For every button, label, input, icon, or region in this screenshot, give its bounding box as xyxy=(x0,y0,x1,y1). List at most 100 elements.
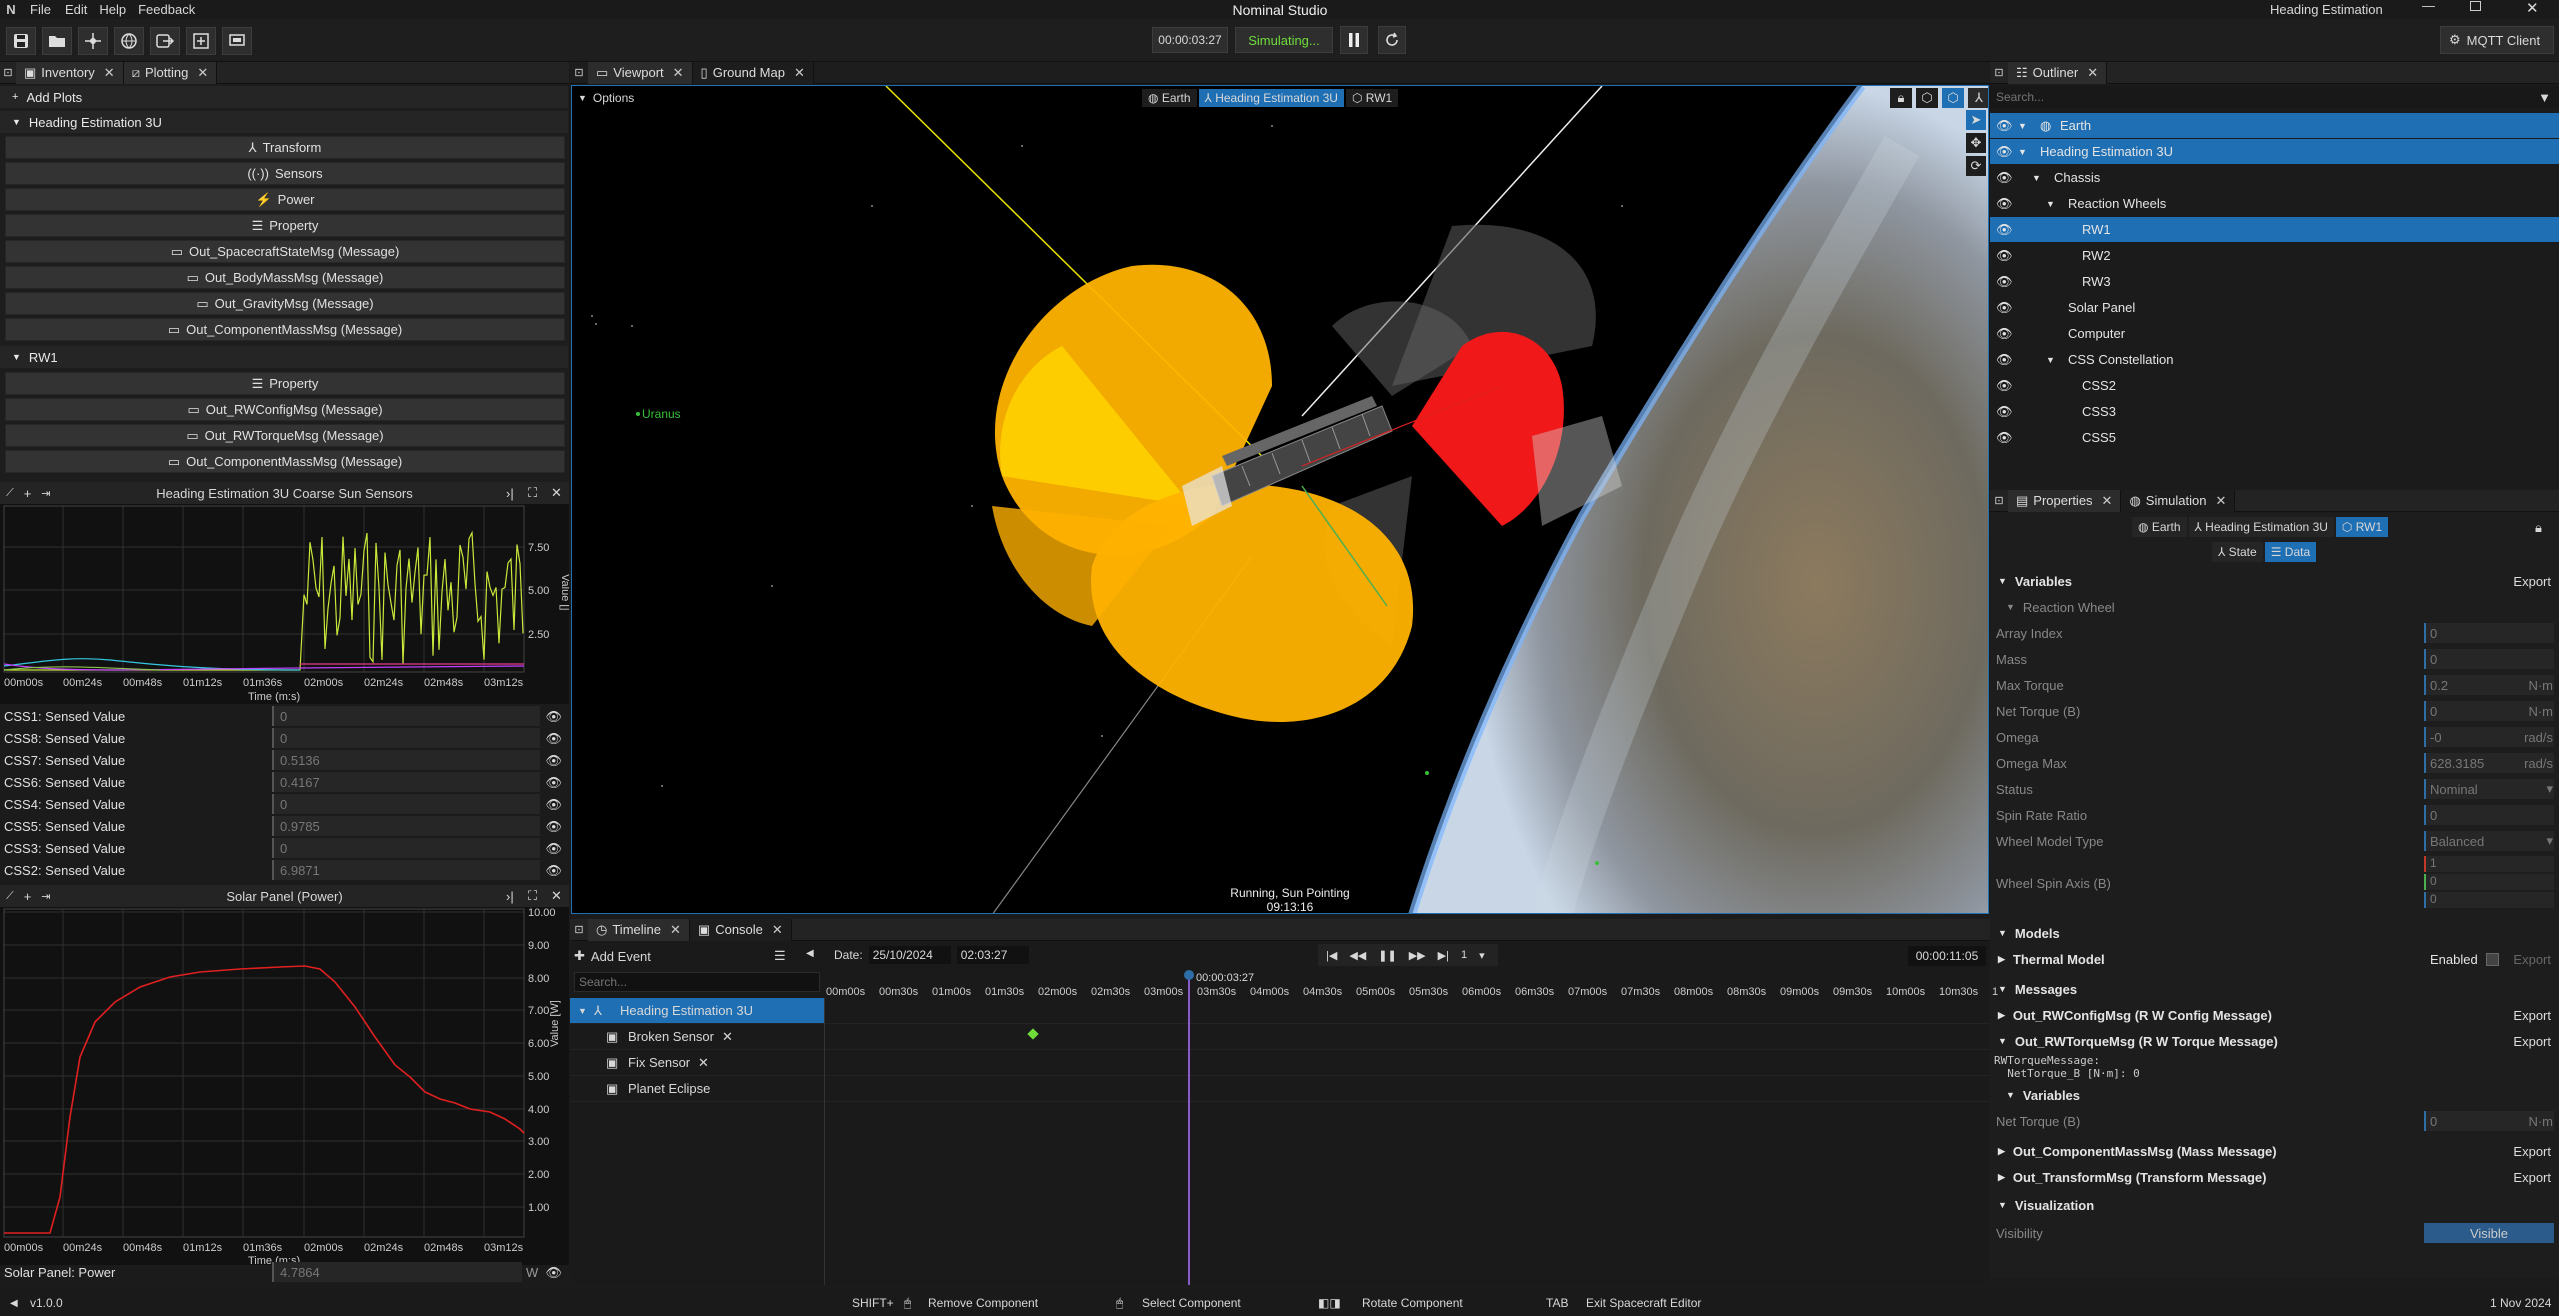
crumb-heading-estimation[interactable]: ⅄ Heading Estimation 3U xyxy=(2188,517,2334,537)
eye-icon[interactable]: 👁 xyxy=(1996,404,2013,420)
subtab-state[interactable]: ⅄ State xyxy=(2212,542,2263,562)
variables-header[interactable]: ▼ Variables Export xyxy=(1990,568,2559,594)
cursor-handle[interactable] xyxy=(1184,970,1194,980)
pause-icon[interactable]: ❚❚ xyxy=(1378,949,1396,962)
globe-icon[interactable] xyxy=(114,27,144,55)
close-icon[interactable]: ✕ xyxy=(2102,493,2113,509)
timeline-event-row[interactable]: ▣ Fix Sensor ✕ xyxy=(570,1050,1990,1076)
crumb-heading-estimation[interactable]: ⅄ Heading Estimation 3U xyxy=(1198,89,1344,107)
viewport-3d[interactable]: Uranus ▼ Options ◍ Earth ⅄ Heading Estima… xyxy=(571,85,1989,914)
subtab-data[interactable]: ☰ Data xyxy=(2264,542,2317,562)
save-icon[interactable] xyxy=(6,27,36,55)
eye-icon[interactable]: 👁 xyxy=(1996,274,2013,290)
outliner-item[interactable]: 👁 RW1 xyxy=(1990,217,2559,242)
skip-end-icon[interactable]: ▶| xyxy=(1438,949,1449,962)
subvariables-header[interactable]: ▼ Variables xyxy=(1990,1082,2559,1108)
axes-icon[interactable]: ⅄ xyxy=(1968,88,1988,108)
menu-file[interactable]: File xyxy=(22,2,59,17)
close-icon[interactable]: ✕ xyxy=(673,65,684,81)
mqtt-client-button[interactable]: ⚙ MQTT Client xyxy=(2440,26,2554,54)
close-icon[interactable]: ✕ xyxy=(670,922,681,938)
plot-item-message[interactable]: ▭ Out_GravityMsg (Message) xyxy=(5,292,565,315)
new-window-icon[interactable] xyxy=(186,27,216,55)
open-folder-icon[interactable] xyxy=(42,27,72,55)
chevron-down-icon[interactable]: ▼ xyxy=(2046,355,2055,365)
plot-item-message[interactable]: ▭ Out_SpacecraftStateMsg (Message) xyxy=(5,240,565,263)
add-icon[interactable]: + xyxy=(24,486,32,501)
property-value[interactable]: Nominal xyxy=(2424,779,2554,799)
eye-icon[interactable]: 👁 xyxy=(545,841,562,857)
eye-icon[interactable]: 👁 xyxy=(545,819,562,835)
plot-item-property[interactable]: ☰ Property xyxy=(5,214,565,237)
timeline-cursor[interactable] xyxy=(1188,972,1190,1285)
tab-simulation[interactable]: ◍ Simulation ✕ xyxy=(2121,489,2236,512)
outliner-search-input[interactable] xyxy=(1990,90,2510,104)
plot1-area[interactable]: 7.50 5.00 2.50 00m00s 00m24s 00m48s 01m1… xyxy=(0,504,569,704)
property-value[interactable]: 0 xyxy=(2424,649,2554,669)
cube-icon[interactable]: ⬡ xyxy=(1916,88,1938,108)
speed-value[interactable]: 1 xyxy=(1461,949,1467,961)
eye-icon[interactable]: 👁 xyxy=(545,709,562,725)
maximize-icon[interactable]: ⛶ xyxy=(528,888,537,904)
rotate-icon[interactable]: ⟳ xyxy=(1966,156,1986,176)
move-icon[interactable]: ✥ xyxy=(1966,133,1986,153)
lock-icon[interactable]: 🔒︎ xyxy=(2535,520,2542,536)
plot-item-property[interactable]: ☰ Property xyxy=(5,372,565,395)
filter-icon[interactable]: ▼ xyxy=(2538,90,2551,105)
eye-icon[interactable]: 👁 xyxy=(1996,300,2013,316)
close-icon[interactable]: ✕ xyxy=(2216,493,2227,509)
eye-icon[interactable]: 👁 xyxy=(545,797,562,813)
eye-icon[interactable]: 👁 xyxy=(1996,352,2013,368)
eye-icon[interactable]: 👁 xyxy=(545,731,562,747)
spin-axis-y[interactable]: 0 xyxy=(2424,874,2554,890)
export-button[interactable]: Export xyxy=(2513,952,2551,967)
tab-timeline[interactable]: ◷ Timeline ✕ xyxy=(588,918,690,941)
eye-icon[interactable]: 👁 xyxy=(1996,326,2013,342)
reset-button[interactable] xyxy=(1378,26,1406,54)
plot-item-sensors[interactable]: ((·)) Sensors xyxy=(5,162,565,185)
close-icon[interactable]: ✕ xyxy=(2087,65,2098,81)
collapse-icon[interactable]: ◀ xyxy=(10,1298,18,1309)
dock-icon[interactable]: ⊡ xyxy=(1990,66,2008,79)
eye-icon[interactable]: 👁 xyxy=(545,1265,562,1281)
property-value[interactable]: Balanced xyxy=(2424,831,2554,851)
chevron-down-icon[interactable]: ▼ xyxy=(2018,121,2027,131)
reaction-wheel-header[interactable]: ▼ Reaction Wheel xyxy=(1990,594,2559,620)
thermal-model-row[interactable]: ▶ Thermal Model Enabled Export xyxy=(1990,946,2559,972)
plot-line-icon[interactable]: ⟋ xyxy=(6,890,14,903)
outliner-item[interactable]: 👁 ▼ Reaction Wheels xyxy=(1990,191,2559,216)
eye-icon[interactable]: 👁 xyxy=(545,775,562,791)
tab-ground-map[interactable]: ▯ Ground Map ✕ xyxy=(692,61,814,84)
dock-icon[interactable]: ⊡ xyxy=(570,923,588,936)
chevron-down-icon[interactable]: ▼ xyxy=(2032,173,2041,183)
minimize-icon[interactable]: — xyxy=(2422,0,2435,13)
eye-icon[interactable]: 👁 xyxy=(1996,196,2013,212)
timeline-search-input[interactable] xyxy=(575,973,815,991)
plot-item-message[interactable]: ▭ Out_RWConfigMsg (Message) xyxy=(5,398,565,421)
spin-axis-x[interactable]: 1 xyxy=(2424,856,2554,872)
outliner-item[interactable]: 👁 RW2 xyxy=(1990,243,2559,268)
chevron-down-icon[interactable]: ▼ xyxy=(2018,147,2027,157)
export-button[interactable]: Export xyxy=(2513,574,2551,589)
pause-button[interactable] xyxy=(1340,26,1368,54)
plot-line-icon[interactable]: ⟋ xyxy=(6,487,14,500)
tab-console[interactable]: ▣ Console ✕ xyxy=(689,918,792,941)
outliner-item[interactable]: 👁 ▼ CSS Constellation xyxy=(1990,347,2559,372)
tab-inventory[interactable]: ▣ Inventory ✕ xyxy=(16,61,124,84)
fast-forward-icon[interactable]: ▶▶ xyxy=(1409,949,1426,962)
dock-icon[interactable]: ⊡ xyxy=(570,66,588,79)
export-button[interactable]: Export xyxy=(2513,1008,2551,1023)
eye-icon[interactable]: 👁 xyxy=(1996,378,2013,394)
plot-item-message[interactable]: ▭ Out_BodyMassMsg (Message) xyxy=(5,266,565,289)
visualization-header[interactable]: ▼ Visualization xyxy=(1990,1192,2559,1218)
menu-feedback[interactable]: Feedback xyxy=(132,2,201,17)
list-view-icon[interactable]: ☰ xyxy=(774,948,786,964)
crumb-rw1[interactable]: ⬡ RW1 xyxy=(1345,89,1399,107)
tab-properties[interactable]: ▤ Properties ✕ xyxy=(2008,489,2122,512)
eye-icon[interactable]: 👁 xyxy=(1996,248,2013,264)
outliner-item[interactable]: 👁 Solar Panel xyxy=(1990,295,2559,320)
remove-icon[interactable]: ✕ xyxy=(722,1029,733,1045)
message-transform[interactable]: ▶ Out_TransformMsg (Transform Message) Exp… xyxy=(1990,1164,2559,1190)
outliner-item[interactable]: 👁 CSS2 xyxy=(1990,373,2559,398)
timeline-search[interactable] xyxy=(574,972,820,992)
